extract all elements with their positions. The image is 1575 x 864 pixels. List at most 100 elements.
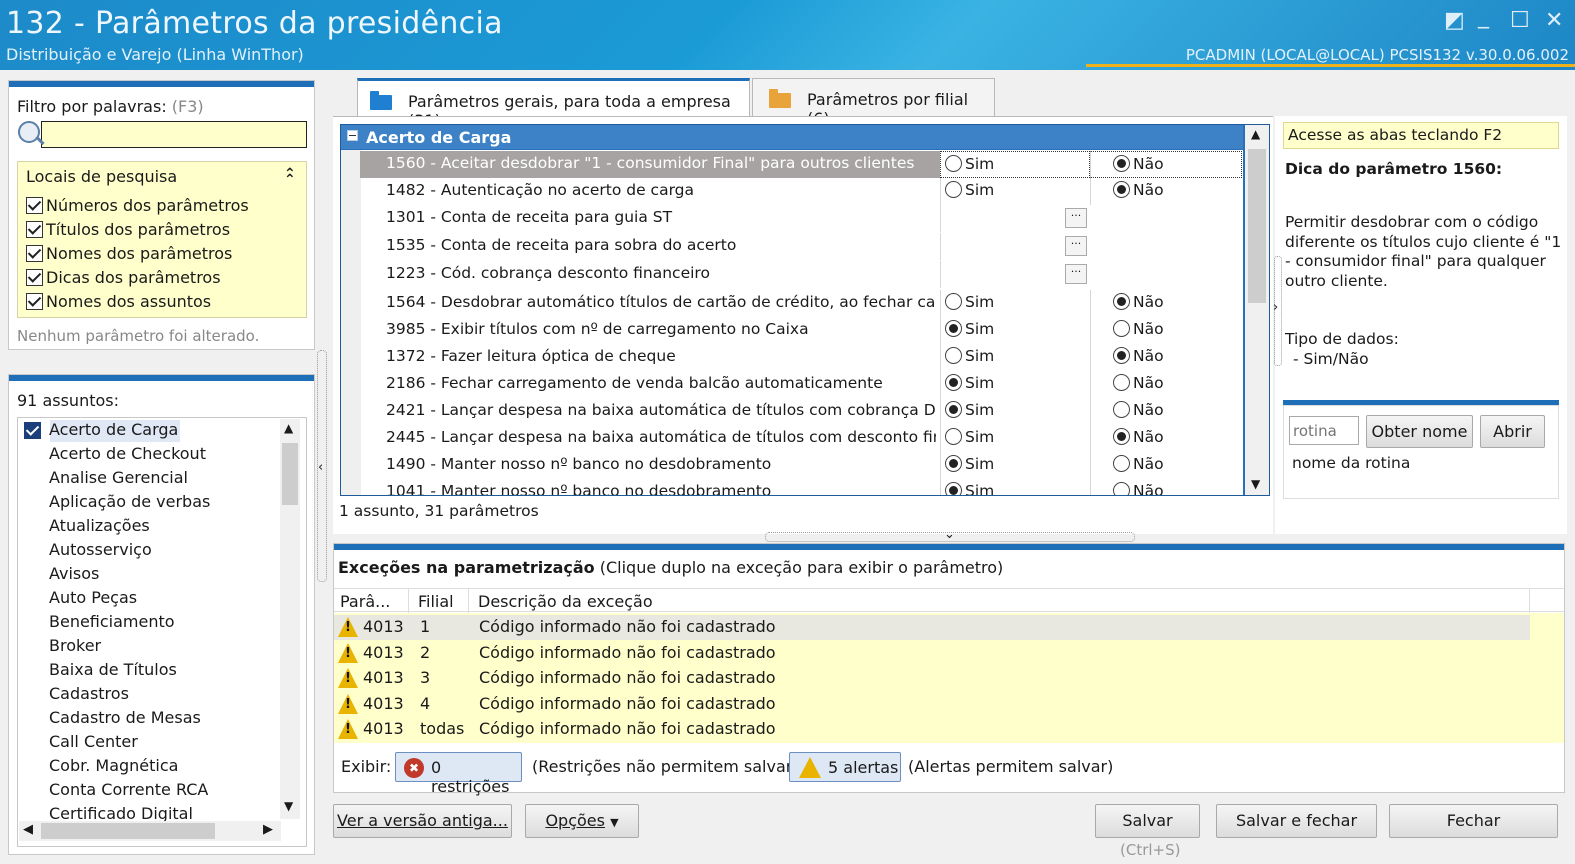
param-yes[interactable]: Sim — [940, 371, 1090, 398]
option-numbers[interactable]: Números dos parâmetros — [26, 196, 249, 215]
param-no[interactable]: Não — [1090, 178, 1242, 205]
exception-row[interactable]: 40134Código informado não foi cadastrado — [334, 692, 1564, 717]
subject-item[interactable]: Auto Peças — [49, 588, 137, 607]
subject-item[interactable]: Conta Corrente RCA — [49, 780, 208, 799]
collapse-down-icon[interactable]: ⌄ — [944, 527, 955, 542]
param-yes[interactable]: Sim — [940, 398, 1090, 425]
scroll-left-icon[interactable]: ◀ — [23, 822, 33, 837]
filter-input[interactable] — [41, 121, 307, 148]
ellipsis-button[interactable]: ··· — [1065, 208, 1087, 228]
param-row[interactable]: 1372 - Fazer leitura óptica de cheque Si… — [360, 344, 1242, 371]
subject-item[interactable]: Broker — [49, 636, 101, 655]
param-yes[interactable]: Sim — [940, 344, 1090, 371]
subjects-hscroll[interactable]: ◀ ▶ — [19, 821, 281, 841]
param-row[interactable]: 2421 - Lançar despesa na baixa automátic… — [360, 398, 1242, 425]
scroll-down-icon[interactable]: ▼ — [1251, 477, 1260, 491]
routine-input[interactable] — [1289, 416, 1359, 445]
subject-check[interactable] — [24, 422, 44, 440]
subject-item[interactable]: Cobr. Magnética — [49, 756, 178, 775]
param-row[interactable]: 1564 - Desdobrar automático títulos de c… — [360, 290, 1242, 317]
params-group-header[interactable]: Acerto de Carga — [341, 125, 1243, 149]
maximize-button[interactable]: ☐ — [1510, 8, 1530, 33]
minimize-button[interactable]: _ — [1478, 4, 1489, 29]
param-value[interactable]: ··· — [940, 233, 1242, 260]
close-window-button[interactable]: ✕ — [1545, 8, 1563, 33]
param-no[interactable]: Não — [1090, 151, 1242, 178]
param-no[interactable]: Não — [1090, 452, 1242, 479]
subject-item[interactable]: Atualizações — [49, 516, 150, 535]
param-row[interactable]: 1490 - Manter nosso nº banco no desdobra… — [360, 452, 1242, 479]
scroll-up-icon[interactable]: ▲ — [1251, 127, 1260, 141]
param-yes[interactable]: Sim — [940, 425, 1090, 452]
param-no[interactable]: Não — [1090, 479, 1242, 495]
option-names[interactable]: Nomes dos parâmetros — [26, 244, 232, 263]
param-yes[interactable]: Sim — [940, 151, 1090, 178]
subject-item[interactable]: Certificado Digital — [49, 804, 193, 822]
get-name-button[interactable]: Obter nome — [1366, 415, 1473, 448]
hscroll-thumb[interactable] — [41, 823, 215, 839]
expand-right-icon[interactable]: › — [1273, 300, 1278, 315]
param-yes[interactable]: Sim — [940, 452, 1090, 479]
open-button[interactable]: Abrir — [1480, 415, 1545, 448]
option-subjects[interactable]: Nomes dos assuntos — [26, 292, 211, 311]
param-yes[interactable]: Sim — [940, 317, 1090, 344]
subject-item[interactable]: Acerto de Checkout — [49, 444, 206, 463]
subject-item[interactable]: Cadastro de Mesas — [49, 708, 201, 727]
param-row[interactable]: 1223 - Cód. cobrança desconto financeiro… — [360, 261, 1242, 288]
options-button[interactable]: Opções ▼ — [525, 804, 639, 838]
scroll-right-icon[interactable]: ▶ — [263, 822, 273, 837]
option-titles[interactable]: Títulos dos parâmetros — [26, 220, 230, 239]
subject-item[interactable]: Analise Gerencial — [49, 468, 188, 487]
param-row[interactable]: 2186 - Fechar carregamento de venda balc… — [360, 371, 1242, 398]
param-row[interactable]: 1560 - Aceitar desdobrar "1 - consumidor… — [360, 151, 1242, 178]
column-param[interactable]: Parâ... — [340, 592, 390, 611]
param-value[interactable]: ··· — [940, 261, 1242, 288]
close-button[interactable]: Fechar — [1389, 804, 1558, 838]
subject-item[interactable]: Autosserviço — [49, 540, 152, 559]
param-yes[interactable]: Sim — [940, 178, 1090, 205]
param-no[interactable]: Não — [1090, 398, 1242, 425]
exception-row[interactable]: 40133Código informado não foi cadastrado — [334, 666, 1564, 691]
subject-item[interactable]: Aplicação de verbas — [49, 492, 210, 511]
param-row[interactable]: 1301 - Conta de receita para guia ST ··· — [360, 205, 1242, 232]
scroll-thumb[interactable] — [282, 443, 298, 505]
subject-item[interactable]: Call Center — [49, 732, 138, 751]
tab-general[interactable]: Parâmetros gerais, para toda a empresa (… — [357, 78, 750, 130]
exception-row[interactable]: 4013todasCódigo informado não foi cadast… — [334, 717, 1564, 742]
tab-branch[interactable]: Parâmetros por filial (6) — [752, 78, 995, 128]
param-no[interactable]: Não — [1090, 317, 1242, 344]
save-button[interactable]: Salvar — [1095, 804, 1200, 838]
scroll-down-icon[interactable]: ▼ — [284, 799, 293, 813]
collapse-left-icon[interactable]: ‹ — [318, 460, 323, 475]
param-no[interactable]: Não — [1090, 371, 1242, 398]
restore-icon[interactable]: ◩ — [1444, 8, 1465, 33]
param-row[interactable]: 2445 - Lançar despesa na baixa automátic… — [360, 425, 1242, 452]
save-close-button[interactable]: Salvar e fechar — [1216, 804, 1377, 838]
subject-item[interactable]: Beneficiamento — [49, 612, 175, 631]
params-vscroll[interactable]: ▲ ▼ — [1245, 125, 1269, 495]
scroll-up-icon[interactable]: ▲ — [284, 421, 293, 435]
subject-item[interactable]: Cadastros — [49, 684, 129, 703]
param-value[interactable]: ··· — [940, 205, 1242, 232]
column-desc[interactable]: Descrição da exceção — [478, 592, 653, 611]
param-no[interactable]: Não — [1090, 290, 1242, 317]
subject-item[interactable]: Baixa de Títulos — [49, 660, 177, 679]
param-row[interactable]: 3985 - Exibir títulos com nº de carregam… — [360, 317, 1242, 344]
param-no[interactable]: Não — [1090, 344, 1242, 371]
param-no[interactable]: Não — [1090, 425, 1242, 452]
exception-row[interactable]: 40131Código informado não foi cadastrado — [334, 615, 1530, 640]
alerts-button[interactable]: 5 alertas — [789, 752, 901, 782]
subject-item[interactable]: Avisos — [49, 564, 99, 583]
subject-item[interactable]: Acerto de Carga — [49, 420, 178, 439]
param-yes[interactable]: Sim — [940, 290, 1090, 317]
scroll-thumb[interactable] — [1248, 149, 1266, 303]
option-tips[interactable]: Dicas dos parâmetros — [26, 268, 221, 287]
ellipsis-button[interactable]: ··· — [1065, 264, 1087, 284]
param-row[interactable]: 1041 - Manter nosso nº banco no desdobra… — [360, 479, 1242, 495]
ellipsis-button[interactable]: ··· — [1065, 236, 1087, 256]
param-row[interactable]: 1535 - Conta de receita para sobra do ac… — [360, 233, 1242, 260]
param-yes[interactable]: Sim — [940, 479, 1090, 495]
column-filial[interactable]: Filial — [418, 592, 454, 611]
subjects-vscroll[interactable]: ▲ ▼ — [280, 419, 300, 819]
exception-row[interactable]: 40132Código informado não foi cadastrado — [334, 641, 1564, 666]
